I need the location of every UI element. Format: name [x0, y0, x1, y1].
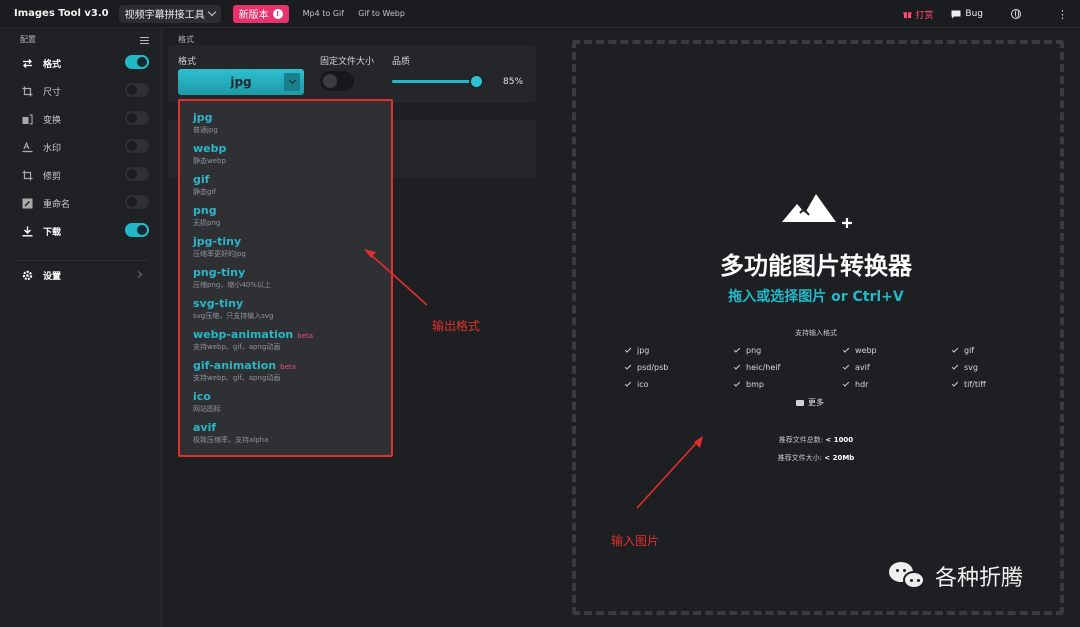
- check-icon: [733, 380, 741, 387]
- dropzone-title: 多功能图片转换器: [720, 252, 912, 280]
- watermark-text: 各种折腾: [935, 566, 1024, 591]
- format-name: avif: [855, 363, 870, 372]
- check-icon: [624, 363, 632, 370]
- format-name: png: [746, 346, 762, 355]
- recommended-size: 推荐文件大小: < 20Mb: [600, 453, 1032, 463]
- format-name: svg: [964, 363, 978, 372]
- rec-size-value: < 20Mb: [824, 454, 855, 462]
- format-name: bmp: [746, 380, 764, 389]
- check-icon: [624, 346, 632, 353]
- supported-format-item: gif: [951, 346, 975, 355]
- rec-count-value: < 1000: [825, 436, 854, 444]
- supported-formats-label: 支持输入格式: [795, 329, 837, 337]
- supported-format-item: avif: [842, 363, 870, 372]
- dropzone-subtitle: 拖入或选择图片 or Ctrl+V: [728, 289, 904, 305]
- rec-count-label: 推荐文件总数:: [778, 436, 824, 444]
- format-name: ico: [637, 380, 649, 389]
- check-icon: [842, 363, 850, 370]
- recommended-count: 推荐文件总数: < 1000: [600, 435, 1032, 445]
- supported-format-item: svg: [951, 363, 978, 372]
- watermark: 各种折腾: [889, 560, 1023, 592]
- supported-format-item: tif/tiff: [951, 380, 986, 389]
- check-icon: [733, 363, 741, 370]
- supported-format-item: bmp: [733, 380, 764, 389]
- tag-icon: [796, 399, 804, 406]
- check-icon: [624, 380, 632, 387]
- check-icon: [951, 380, 959, 387]
- check-icon: [842, 380, 850, 387]
- supported-format-item: ico: [624, 380, 649, 389]
- check-icon: [733, 346, 741, 353]
- supported-format-item: hdr: [842, 380, 869, 389]
- format-name: webp: [855, 346, 877, 355]
- format-name: heic/heif: [746, 363, 781, 372]
- more-formats-button[interactable]: 更多: [796, 397, 824, 408]
- format-name: hdr: [855, 380, 869, 389]
- more-formats-label: 更多: [808, 398, 824, 407]
- format-name: tif/tiff: [964, 380, 986, 389]
- supported-format-item: png: [733, 346, 762, 355]
- supported-format-item: heic/heif: [733, 363, 781, 372]
- supported-format-item: psd/psb: [624, 363, 669, 372]
- check-icon: [842, 346, 850, 353]
- format-name: jpg: [637, 346, 650, 355]
- format-name: psd/psb: [637, 363, 669, 372]
- format-name: gif: [964, 346, 975, 355]
- rec-size-label: 推荐文件大小:: [777, 454, 823, 462]
- supported-format-item: webp: [842, 346, 877, 355]
- check-icon: [951, 363, 959, 370]
- arrow-to-dropdown-icon: [364, 249, 428, 306]
- check-icon: [951, 346, 959, 353]
- app-window: Images Tool v3.0 视频字幕拼接工具 新版本 ! Mp4 to G…: [0, 0, 1080, 627]
- wechat-logo-icon: [889, 560, 927, 592]
- annotation-output-format: 输出格式: [432, 319, 481, 333]
- supported-format-item: jpg: [624, 346, 650, 355]
- mountain-logo-icon: [782, 194, 852, 228]
